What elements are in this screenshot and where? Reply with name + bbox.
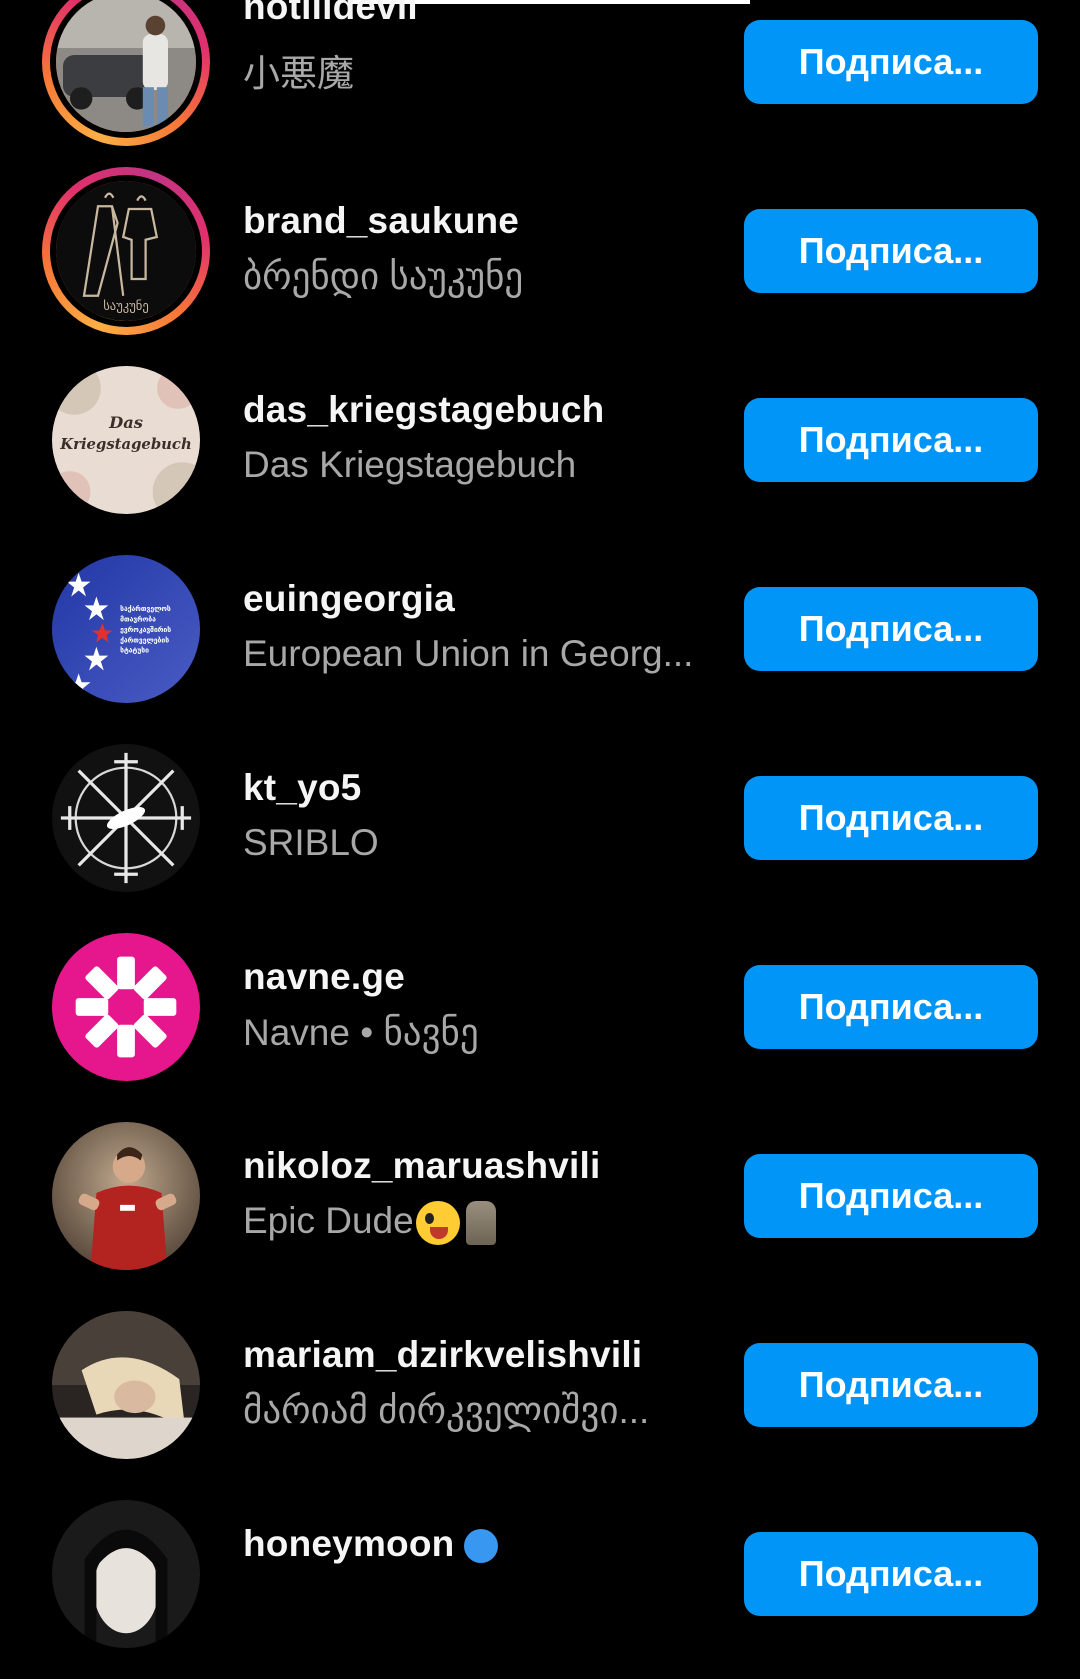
full-name: 小悪魔 (243, 53, 354, 94)
avatar (52, 933, 200, 1081)
avatar-text-line4: ქართველების (120, 636, 169, 644)
moai-emoji-icon (465, 1201, 496, 1246)
username[interactable]: nikoloz_maruashvili (243, 1145, 600, 1187)
list-item[interactable]: mariam_dzirkvelishvili მარიამ ძირკველიშვ… (0, 1301, 1080, 1490)
full-name-text: Epic Dude (243, 1200, 414, 1241)
list-item[interactable]: kt_yo5 SRIBLO Подписа... (0, 734, 1080, 923)
avatar-text-line3: ევროკავშირის (120, 626, 171, 634)
username[interactable]: das_kriegstagebuch (243, 389, 604, 431)
avatar (50, 0, 202, 138)
follow-button[interactable]: Подписа... (744, 209, 1038, 293)
avatar (52, 1311, 200, 1459)
follow-button[interactable]: Подписа... (744, 587, 1038, 671)
avatar-container[interactable] (42, 923, 210, 1091)
avatar-text-kriegstagebuch: Kriegstagebuch (59, 436, 191, 453)
avatar-text-line5: სტატუსი (120, 647, 149, 655)
avatar: Das Kriegstagebuch (52, 366, 200, 514)
username[interactable]: navne.ge (243, 956, 405, 998)
list-item[interactable]: honeymoon Подписа... (0, 1490, 1080, 1679)
full-name: Navne • ნავნე (243, 1012, 479, 1053)
username[interactable]: notlildevil (243, 0, 418, 28)
avatar (52, 1500, 200, 1648)
avatar-text-line2: მთავრობა (120, 616, 156, 624)
follow-button[interactable]: Подписа... (744, 776, 1038, 860)
avatar (52, 744, 200, 892)
avatar-story-ring[interactable] (42, 0, 210, 146)
avatar-container[interactable]: საქართველოს მთავრობა ევროკავშირის ქართვე… (42, 545, 210, 713)
avatar (52, 1122, 200, 1270)
avatar: საქართველოს მთავრობა ევროკავშირის ქართვე… (52, 555, 200, 703)
list-item[interactable]: საუკუნე brand_saukune ბრენდი საუკუნე Под… (0, 167, 1080, 356)
list-item[interactable]: Das Kriegstagebuch das_kriegstagebuch Da… (0, 356, 1080, 545)
full-name: European Union in Georg... (243, 633, 694, 674)
username[interactable]: euingeorgia (243, 578, 455, 620)
full-name: SRIBLO (243, 822, 379, 863)
avatar: საუკუნე (50, 175, 202, 327)
follow-button[interactable]: Подписа... (744, 398, 1038, 482)
username-text: honeymoon (243, 1523, 455, 1564)
avatar-story-ring[interactable]: საუკუნე (42, 167, 210, 335)
full-name: Epic Dude (243, 1200, 496, 1246)
username[interactable]: brand_saukune (243, 200, 519, 242)
avatar-container[interactable] (42, 734, 210, 902)
username[interactable]: honeymoon (243, 1523, 499, 1565)
username[interactable]: kt_yo5 (243, 767, 361, 809)
avatar-container[interactable] (42, 1112, 210, 1280)
avatar-container[interactable] (42, 1490, 210, 1658)
full-name: მარიამ ძირკველიშვი... (243, 1390, 650, 1431)
follow-button[interactable]: Подписа... (744, 1532, 1038, 1616)
list-item[interactable]: nikoloz_maruashvili Epic Dude Подписа... (0, 1112, 1080, 1301)
verified-badge-icon (464, 1529, 499, 1564)
avatar-text-das: Das (108, 413, 143, 432)
follow-button[interactable]: Подписа... (744, 1343, 1038, 1427)
follow-button[interactable]: Подписа... (744, 20, 1038, 104)
avatar-brand-text: საუკუნე (103, 298, 149, 313)
full-name: ბრენდი საუკუნე (243, 256, 524, 297)
list-item[interactable]: notlildevil 小悪魔 Подписа... (0, 0, 1080, 167)
username[interactable]: mariam_dzirkvelishvili (243, 1334, 642, 1376)
avatar-text-line1: საქართველოს (120, 605, 171, 613)
follow-button[interactable]: Подписа... (744, 1154, 1038, 1238)
full-name: Das Kriegstagebuch (243, 444, 577, 485)
list-item[interactable]: navne.ge Navne • ნავნე Подписа... (0, 923, 1080, 1112)
zany-face-emoji-icon (415, 1201, 460, 1246)
avatar-container[interactable] (42, 1301, 210, 1469)
avatar-container[interactable]: Das Kriegstagebuch (42, 356, 210, 524)
list-item[interactable]: საქართველოს მთავრობა ევროკავშირის ქართვე… (0, 545, 1080, 734)
follow-button[interactable]: Подписа... (744, 965, 1038, 1049)
